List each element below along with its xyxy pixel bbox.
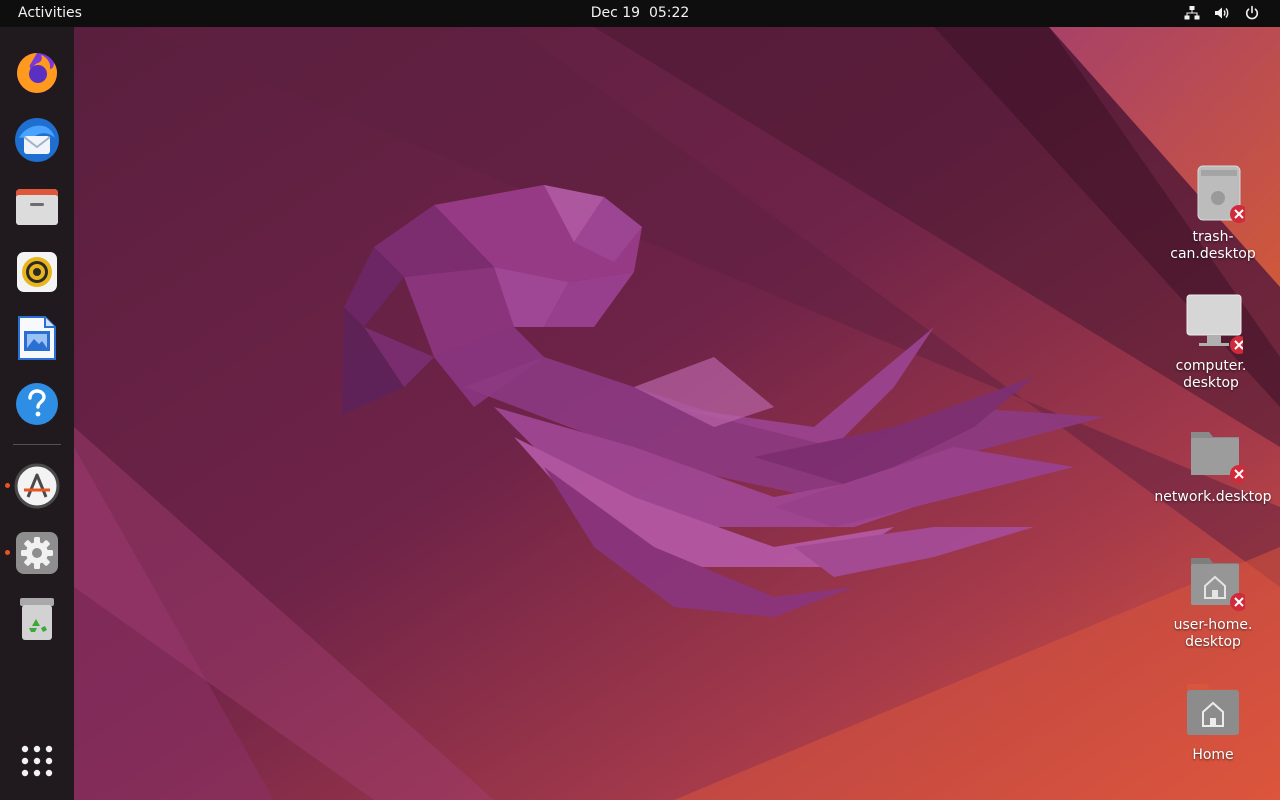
help-icon — [16, 383, 58, 425]
clock: Dec 19 05:22 — [0, 5, 1280, 21]
activities-button[interactable]: Activities — [18, 5, 82, 21]
system-tray[interactable] — [1184, 5, 1260, 21]
computer-file-icon — [1179, 291, 1243, 355]
desktop-icon-trash-can[interactable]: trash-can.desktop — [1151, 162, 1275, 263]
desktop-icon-label: trash-can.desktop — [1170, 229, 1256, 262]
clock-date: Dec 19 — [590, 5, 641, 21]
desktop[interactable] — [74, 27, 1280, 800]
network-file-icon — [1181, 422, 1245, 486]
dock-libreoffice-writer[interactable] — [11, 312, 63, 364]
desktop-icon-user-home[interactable]: user-home. desktop — [1151, 550, 1275, 651]
files-icon — [16, 189, 58, 225]
writer-icon — [18, 316, 56, 360]
power-icon[interactable] — [1244, 5, 1260, 21]
desktop-icon-label-line2: desktop — [1183, 375, 1239, 391]
home-file-icon — [1181, 550, 1245, 614]
show-applications-button[interactable] — [11, 735, 63, 787]
desktop-icon-label: user-home. — [1173, 617, 1253, 633]
clock-button[interactable]: Dec 19 05:22 — [591, 5, 690, 21]
dock-separator — [13, 444, 61, 445]
dock-thunderbird[interactable] — [11, 114, 63, 166]
dock-rhythmbox[interactable] — [11, 246, 63, 298]
dock-settings[interactable] — [11, 527, 63, 579]
thunderbird-icon — [15, 118, 59, 162]
home-folder-icon — [1181, 680, 1245, 744]
volume-icon[interactable] — [1214, 5, 1230, 21]
desktop-icon-home[interactable]: Home — [1151, 680, 1275, 764]
desktop-icon-label: computer. — [1175, 358, 1247, 374]
settings-running-indicator — [5, 550, 10, 555]
dock-firefox[interactable] — [11, 47, 63, 99]
app-grid-icon — [21, 745, 53, 777]
settings-icon — [16, 532, 58, 574]
trash-file-icon — [1181, 162, 1245, 226]
dock-trash[interactable] — [11, 593, 63, 645]
firefox-icon — [17, 53, 57, 93]
desktop-icon-network[interactable]: network.desktop — [1151, 422, 1275, 506]
jellyfish-wallpaper — [74, 27, 1280, 800]
clock-time: 05:22 — [648, 5, 690, 21]
dock-software[interactable] — [11, 460, 63, 512]
rhythmbox-icon — [17, 252, 57, 292]
dock-files[interactable] — [11, 180, 63, 232]
desktop-icon-computer[interactable]: computer. desktop — [1149, 291, 1273, 392]
desktop-icon-label: Home — [1192, 747, 1234, 763]
desktop-icon-label-line2: desktop — [1185, 634, 1241, 650]
dock-help[interactable] — [11, 378, 63, 430]
dock — [0, 27, 74, 800]
top-bar: Activities Dec 19 05:22 — [0, 0, 1280, 27]
desktop-icon-label: network.desktop — [1154, 489, 1272, 505]
software-icon — [14, 463, 60, 509]
network-icon[interactable] — [1184, 5, 1200, 21]
trash-icon — [20, 598, 54, 640]
software-running-indicator — [5, 483, 10, 488]
